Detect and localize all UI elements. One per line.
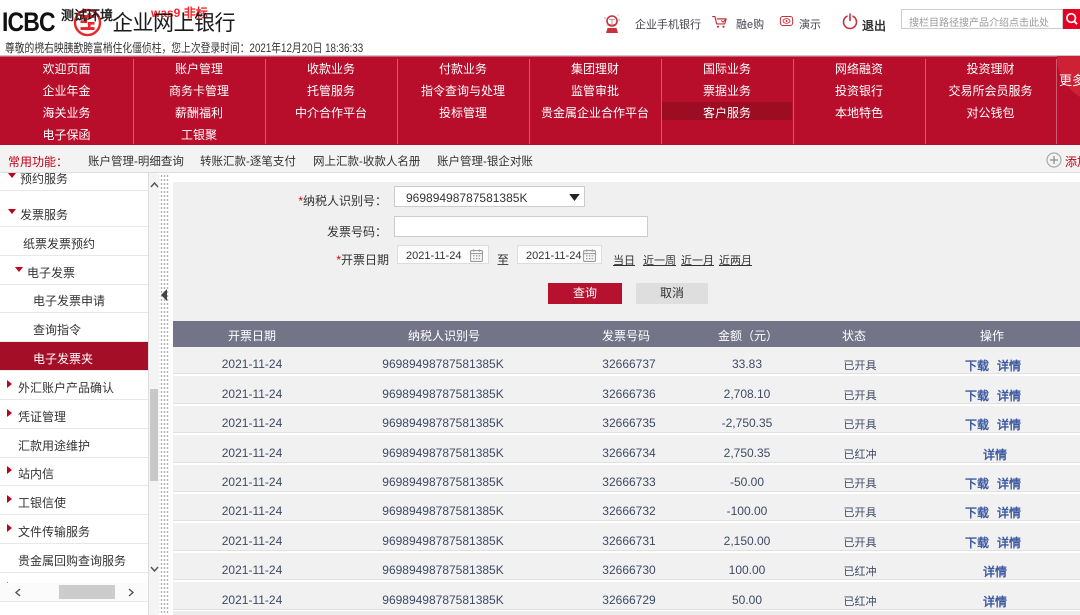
svg-text:工: 工 <box>609 19 616 26</box>
